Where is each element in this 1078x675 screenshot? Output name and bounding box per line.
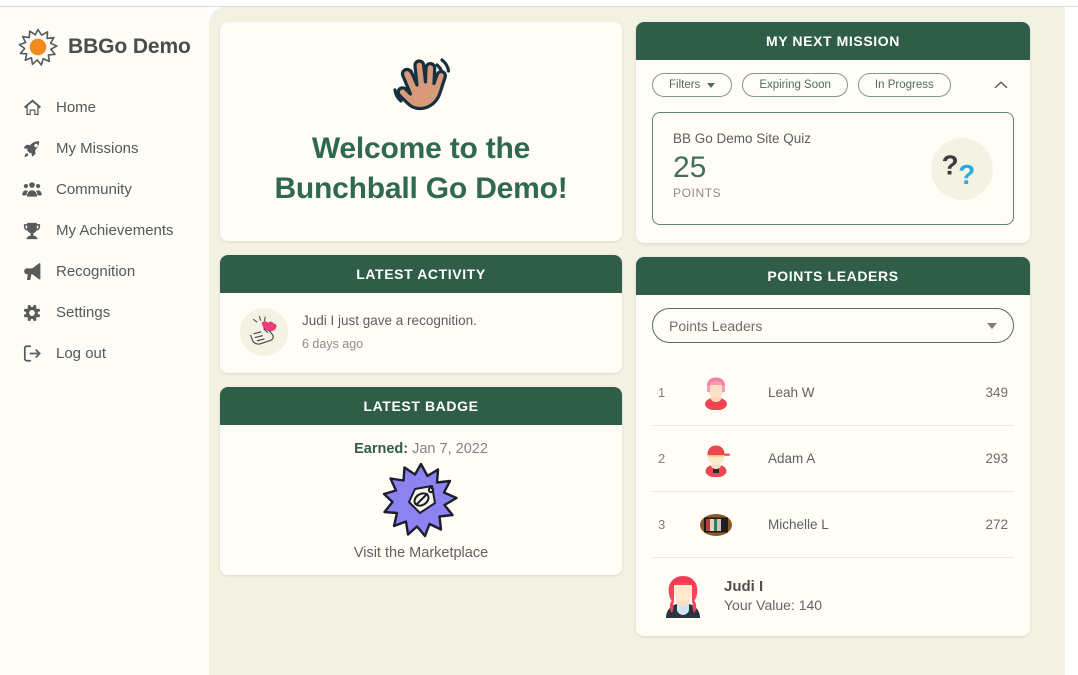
collapse-mission-panel-button[interactable] <box>988 72 1014 98</box>
chevron-down-icon <box>707 82 716 88</box>
filter-in-progress-label: In Progress <box>874 79 934 91</box>
filters-dropdown-button[interactable]: Filters <box>652 73 733 97</box>
sign-out-icon <box>22 344 42 364</box>
badge-earned-date: Jan 7, 2022 <box>412 441 488 457</box>
badge-earned-line: Earned: Jan 7, 2022 <box>354 441 488 457</box>
leader-rank: 2 <box>658 451 666 466</box>
welcome-title: Welcome to the Bunchball Go Demo! <box>274 129 567 208</box>
app-root: BBGo Demo Home My Missions Community My … <box>0 0 1078 675</box>
leaderboard-select-value: Points Leaders <box>669 317 763 334</box>
current-user-info: Judi I Your Value: 140 <box>724 578 822 613</box>
my-next-mission-body: Filters Expiring Soon In Progress BB Go … <box>636 60 1030 243</box>
recognition-hands-icon <box>240 308 288 356</box>
purple-starburst-tag-badge-icon[interactable] <box>382 461 460 539</box>
avatar <box>698 507 734 543</box>
home-icon <box>22 98 42 118</box>
sidebar-item-label: My Achievements <box>56 222 174 239</box>
activity-message: Judi I just gave a recognition. <box>302 313 477 328</box>
sidebar-item-home[interactable]: Home <box>0 87 209 128</box>
latest-activity-body: Judi I just gave a recognition. 6 days a… <box>220 293 622 373</box>
avatar <box>698 374 734 411</box>
trophy-icon <box>22 221 42 241</box>
leaderboard-row[interactable]: 3 Michelle L 272 <box>652 491 1014 557</box>
waving-hand-icon <box>384 49 458 123</box>
sidebar-item-label: Home <box>56 99 97 116</box>
chevron-up-icon <box>994 81 1008 89</box>
latest-badge-body: Earned: Jan 7, 2022 Visit the Marketplac… <box>220 425 622 575</box>
current-user-row[interactable]: Judi I Your Value: 140 <box>652 557 1014 636</box>
leader-rank: 3 <box>658 517 666 532</box>
filter-in-progress-button[interactable]: In Progress <box>857 73 951 97</box>
filter-expiring-soon-label: Expiring Soon <box>759 79 831 91</box>
sidebar-item-label: Recognition <box>56 263 136 280</box>
leader-rank: 1 <box>658 384 666 400</box>
badge-name: Visit the Marketplace <box>353 545 489 561</box>
users-icon <box>22 180 42 200</box>
leader-name: Michelle L <box>768 517 829 532</box>
latest-activity-header: LATEST ACTIVITY <box>220 255 622 293</box>
left-column: Welcome to the Bunchball Go Demo! LATEST… <box>220 22 622 589</box>
badge-earned-label: Earned: <box>354 441 409 457</box>
svg-text:?: ? <box>958 158 975 189</box>
latest-activity-card: LATEST ACTIVITY Judi I just gave a recog… <box>220 255 622 373</box>
sidebar-nav: Home My Missions Community My Achievemen… <box>0 87 209 374</box>
leader-value: 272 <box>985 517 1008 532</box>
sidebar-item-log-out[interactable]: Log out <box>0 333 209 374</box>
leader-name: Leah W <box>768 384 815 400</box>
welcome-line-1: Welcome to the <box>311 131 531 165</box>
sidebar-item-my-achievements[interactable]: My Achievements <box>0 210 209 251</box>
sidebar-item-settings[interactable]: Settings <box>0 292 209 333</box>
latest-badge-header: LATEST BADGE <box>220 387 622 425</box>
mission-item[interactable]: BB Go Demo Site Quiz 25 POINTS ? ? <box>652 112 1014 225</box>
leader-value: 349 <box>985 384 1008 400</box>
leaderboard-row[interactable]: 1 Leah W 349 <box>652 359 1014 425</box>
sidebar-item-label: Community <box>56 181 132 198</box>
brand-name: BBGo Demo <box>68 35 191 58</box>
my-next-mission-card: MY NEXT MISSION Filters Expiring Soon In… <box>636 22 1030 243</box>
leaderboard-row[interactable]: 2 Adam A 293 <box>652 425 1014 491</box>
my-next-mission-header: MY NEXT MISSION <box>636 22 1030 60</box>
leader-name: Adam A <box>768 451 816 466</box>
double-question-mark-icon: ? ? <box>931 137 993 200</box>
chevron-down-icon <box>987 322 997 329</box>
sidebar-item-community[interactable]: Community <box>0 169 209 210</box>
avatar <box>658 570 708 620</box>
sidebar: BBGo Demo Home My Missions Community My … <box>0 7 209 675</box>
filter-expiring-soon-button[interactable]: Expiring Soon <box>742 73 848 97</box>
sidebar-item-my-missions[interactable]: My Missions <box>0 128 209 169</box>
sunburst-logo-icon <box>18 27 58 67</box>
sidebar-item-label: My Missions <box>56 140 139 157</box>
welcome-card: Welcome to the Bunchball Go Demo! <box>220 22 622 241</box>
welcome-line-2: Bunchball Go Demo! <box>274 171 568 205</box>
activity-timestamp: 6 days ago <box>302 337 364 351</box>
sidebar-item-recognition[interactable]: Recognition <box>0 251 209 292</box>
sidebar-item-label: Log out <box>56 345 107 362</box>
avatar <box>698 441 734 477</box>
svg-text:?: ? <box>942 149 959 180</box>
latest-badge-card: LATEST BADGE Earned: Jan 7, 2022 Visit t… <box>220 387 622 575</box>
main-content: Welcome to the Bunchball Go Demo! LATEST… <box>209 7 1065 675</box>
activity-text: Judi I just gave a recognition. 6 days a… <box>302 313 477 351</box>
leader-value: 293 <box>985 451 1008 466</box>
megaphone-icon <box>22 262 42 282</box>
right-column: MY NEXT MISSION Filters Expiring Soon In… <box>636 22 1030 650</box>
sidebar-item-label: Settings <box>56 304 111 321</box>
filters-dropdown-label: Filters <box>669 79 701 91</box>
gear-icon <box>22 303 42 323</box>
points-leaders-body: Points Leaders 1 Leah W 349 2 Adam A 293… <box>636 295 1030 636</box>
rocket-icon <box>22 139 42 159</box>
mission-filter-row: Filters Expiring Soon In Progress <box>652 72 1014 98</box>
points-leaders-card: POINTS LEADERS Points Leaders 1 Leah W 3… <box>636 257 1030 636</box>
leaderboard-select[interactable]: Points Leaders <box>652 308 1014 343</box>
brand[interactable]: BBGo Demo <box>0 21 209 69</box>
current-user-value: Your Value: 140 <box>724 596 823 613</box>
points-leaders-header: POINTS LEADERS <box>636 257 1030 295</box>
current-user-name: Judi I <box>724 577 764 595</box>
